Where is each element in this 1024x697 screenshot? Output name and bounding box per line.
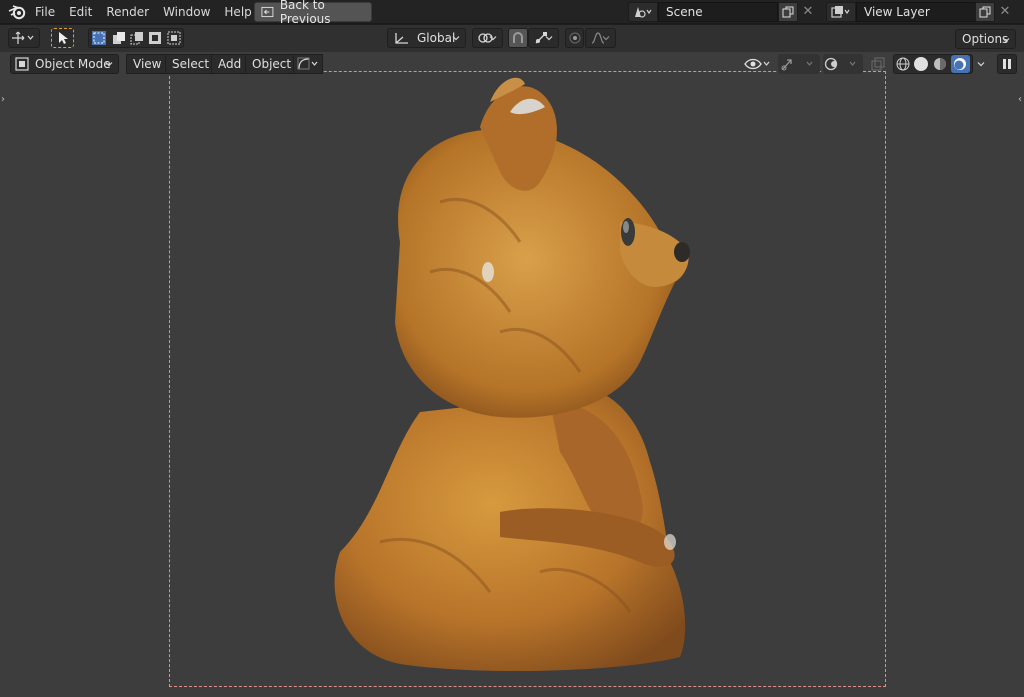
view-layer-new-button[interactable] [975, 2, 995, 22]
viewport-header: Object Mode View Select Add Object [0, 52, 1024, 76]
proportional-edit-toggle[interactable] [565, 28, 584, 48]
select-mode-group [88, 28, 184, 48]
pause-icon [1003, 59, 1011, 69]
chevron-down-icon [602, 36, 610, 41]
chevron-down-icon [452, 36, 460, 41]
rendered-shading-button[interactable] [950, 55, 970, 73]
edge-dropdown[interactable] [293, 54, 323, 74]
material-icon[interactable] [933, 57, 947, 71]
visibility-dropdown[interactable] [742, 54, 772, 74]
blender-logo[interactable] [8, 4, 26, 20]
visibility-icon [744, 58, 770, 70]
back-to-previous-button[interactable]: Back to Previous [254, 0, 372, 26]
menu-help[interactable]: Help [217, 0, 258, 24]
menu-render[interactable]: Render [99, 0, 156, 24]
toolbar-expand-icon[interactable]: › [1, 94, 5, 105]
xray-icon [871, 57, 885, 71]
main-menu: File Edit Render Window Help [28, 0, 259, 24]
back-icon [261, 6, 274, 18]
view-layer-name-field[interactable]: View Layer [856, 2, 976, 22]
solid-icon[interactable] [914, 57, 929, 71]
gizmo-dropdown[interactable] [778, 54, 820, 74]
wireframe-icon[interactable] [896, 57, 910, 71]
3d-viewport[interactable]: › ‹ Object Mode View Select Add Object [0, 52, 1024, 697]
scene-new-button[interactable] [778, 2, 798, 22]
chevron-down-icon [545, 36, 553, 41]
menu-file[interactable]: File [28, 0, 62, 24]
pause-render-button[interactable] [997, 54, 1017, 74]
back-label: Back to Previous [279, 0, 331, 26]
mode-label: Object Mode [35, 57, 111, 71]
scene-name-field[interactable]: Scene [658, 2, 778, 22]
top-bar: File Edit Render Window Help Back to Pre… [0, 0, 1024, 26]
orientation-label: Global [417, 31, 456, 45]
view-layer-icon [831, 6, 850, 18]
overlay-dropdown[interactable] [823, 54, 863, 74]
menu-window[interactable]: Window [156, 0, 217, 24]
select-tool-icon [58, 32, 68, 44]
options-dropdown[interactable]: Options [955, 29, 1016, 49]
transform-dropdown[interactable] [8, 28, 40, 48]
proportional-icon [569, 32, 580, 44]
viewport-menu-object[interactable]: Object [245, 54, 299, 74]
scene-browse-button[interactable] [628, 2, 658, 22]
sidebar-expand-icon[interactable]: ‹ [1018, 94, 1022, 105]
select-intersect-icon[interactable] [167, 31, 181, 45]
chevron-down-icon [105, 62, 113, 67]
object-mode-dropdown[interactable]: Object Mode [10, 54, 119, 74]
shading-mode-group [893, 54, 973, 74]
viewport-menu-view[interactable]: View [126, 54, 169, 74]
select-box-icon[interactable] [91, 30, 107, 46]
overlay-icon [824, 57, 856, 71]
select-invert-icon[interactable] [148, 31, 162, 45]
shading-options-dropdown[interactable] [974, 54, 988, 74]
snap-target-dropdown[interactable] [528, 28, 559, 48]
select-subtract-icon[interactable] [130, 31, 144, 45]
select-tool-button[interactable] [51, 28, 74, 48]
tool-settings-bar: Global Options [0, 25, 1024, 52]
bear-figurine-render [334, 77, 690, 672]
chevron-down-icon [977, 62, 985, 67]
pivot-dropdown[interactable] [472, 28, 503, 48]
viewport-menu-select[interactable]: Select [165, 54, 217, 74]
proportional-falloff-dropdown[interactable] [585, 28, 616, 48]
xray-toggle[interactable] [869, 54, 887, 74]
rendered-icon [954, 58, 967, 70]
snap-toggle[interactable] [508, 28, 528, 48]
scene-icon [635, 7, 652, 18]
object-mode-icon [15, 57, 29, 71]
transform-orientation-dropdown[interactable]: Global [387, 28, 466, 48]
copy-icon [979, 6, 991, 18]
menu-edit[interactable]: Edit [62, 0, 99, 24]
view-layer-browse-button[interactable] [826, 2, 856, 22]
curve-icon [297, 57, 318, 70]
copy-icon [782, 6, 794, 18]
orientation-icon [395, 33, 408, 44]
chevron-down-icon [1002, 38, 1010, 43]
viewport-menu-add[interactable]: Add [211, 54, 249, 74]
close-icon[interactable]: ✕ [997, 2, 1013, 22]
select-extend-icon[interactable] [112, 31, 126, 45]
chevron-down-icon [489, 36, 497, 41]
gizmo-icon [781, 59, 813, 71]
close-icon[interactable]: ✕ [800, 2, 816, 22]
transform-icon [12, 31, 34, 44]
snap-icon [513, 32, 523, 43]
